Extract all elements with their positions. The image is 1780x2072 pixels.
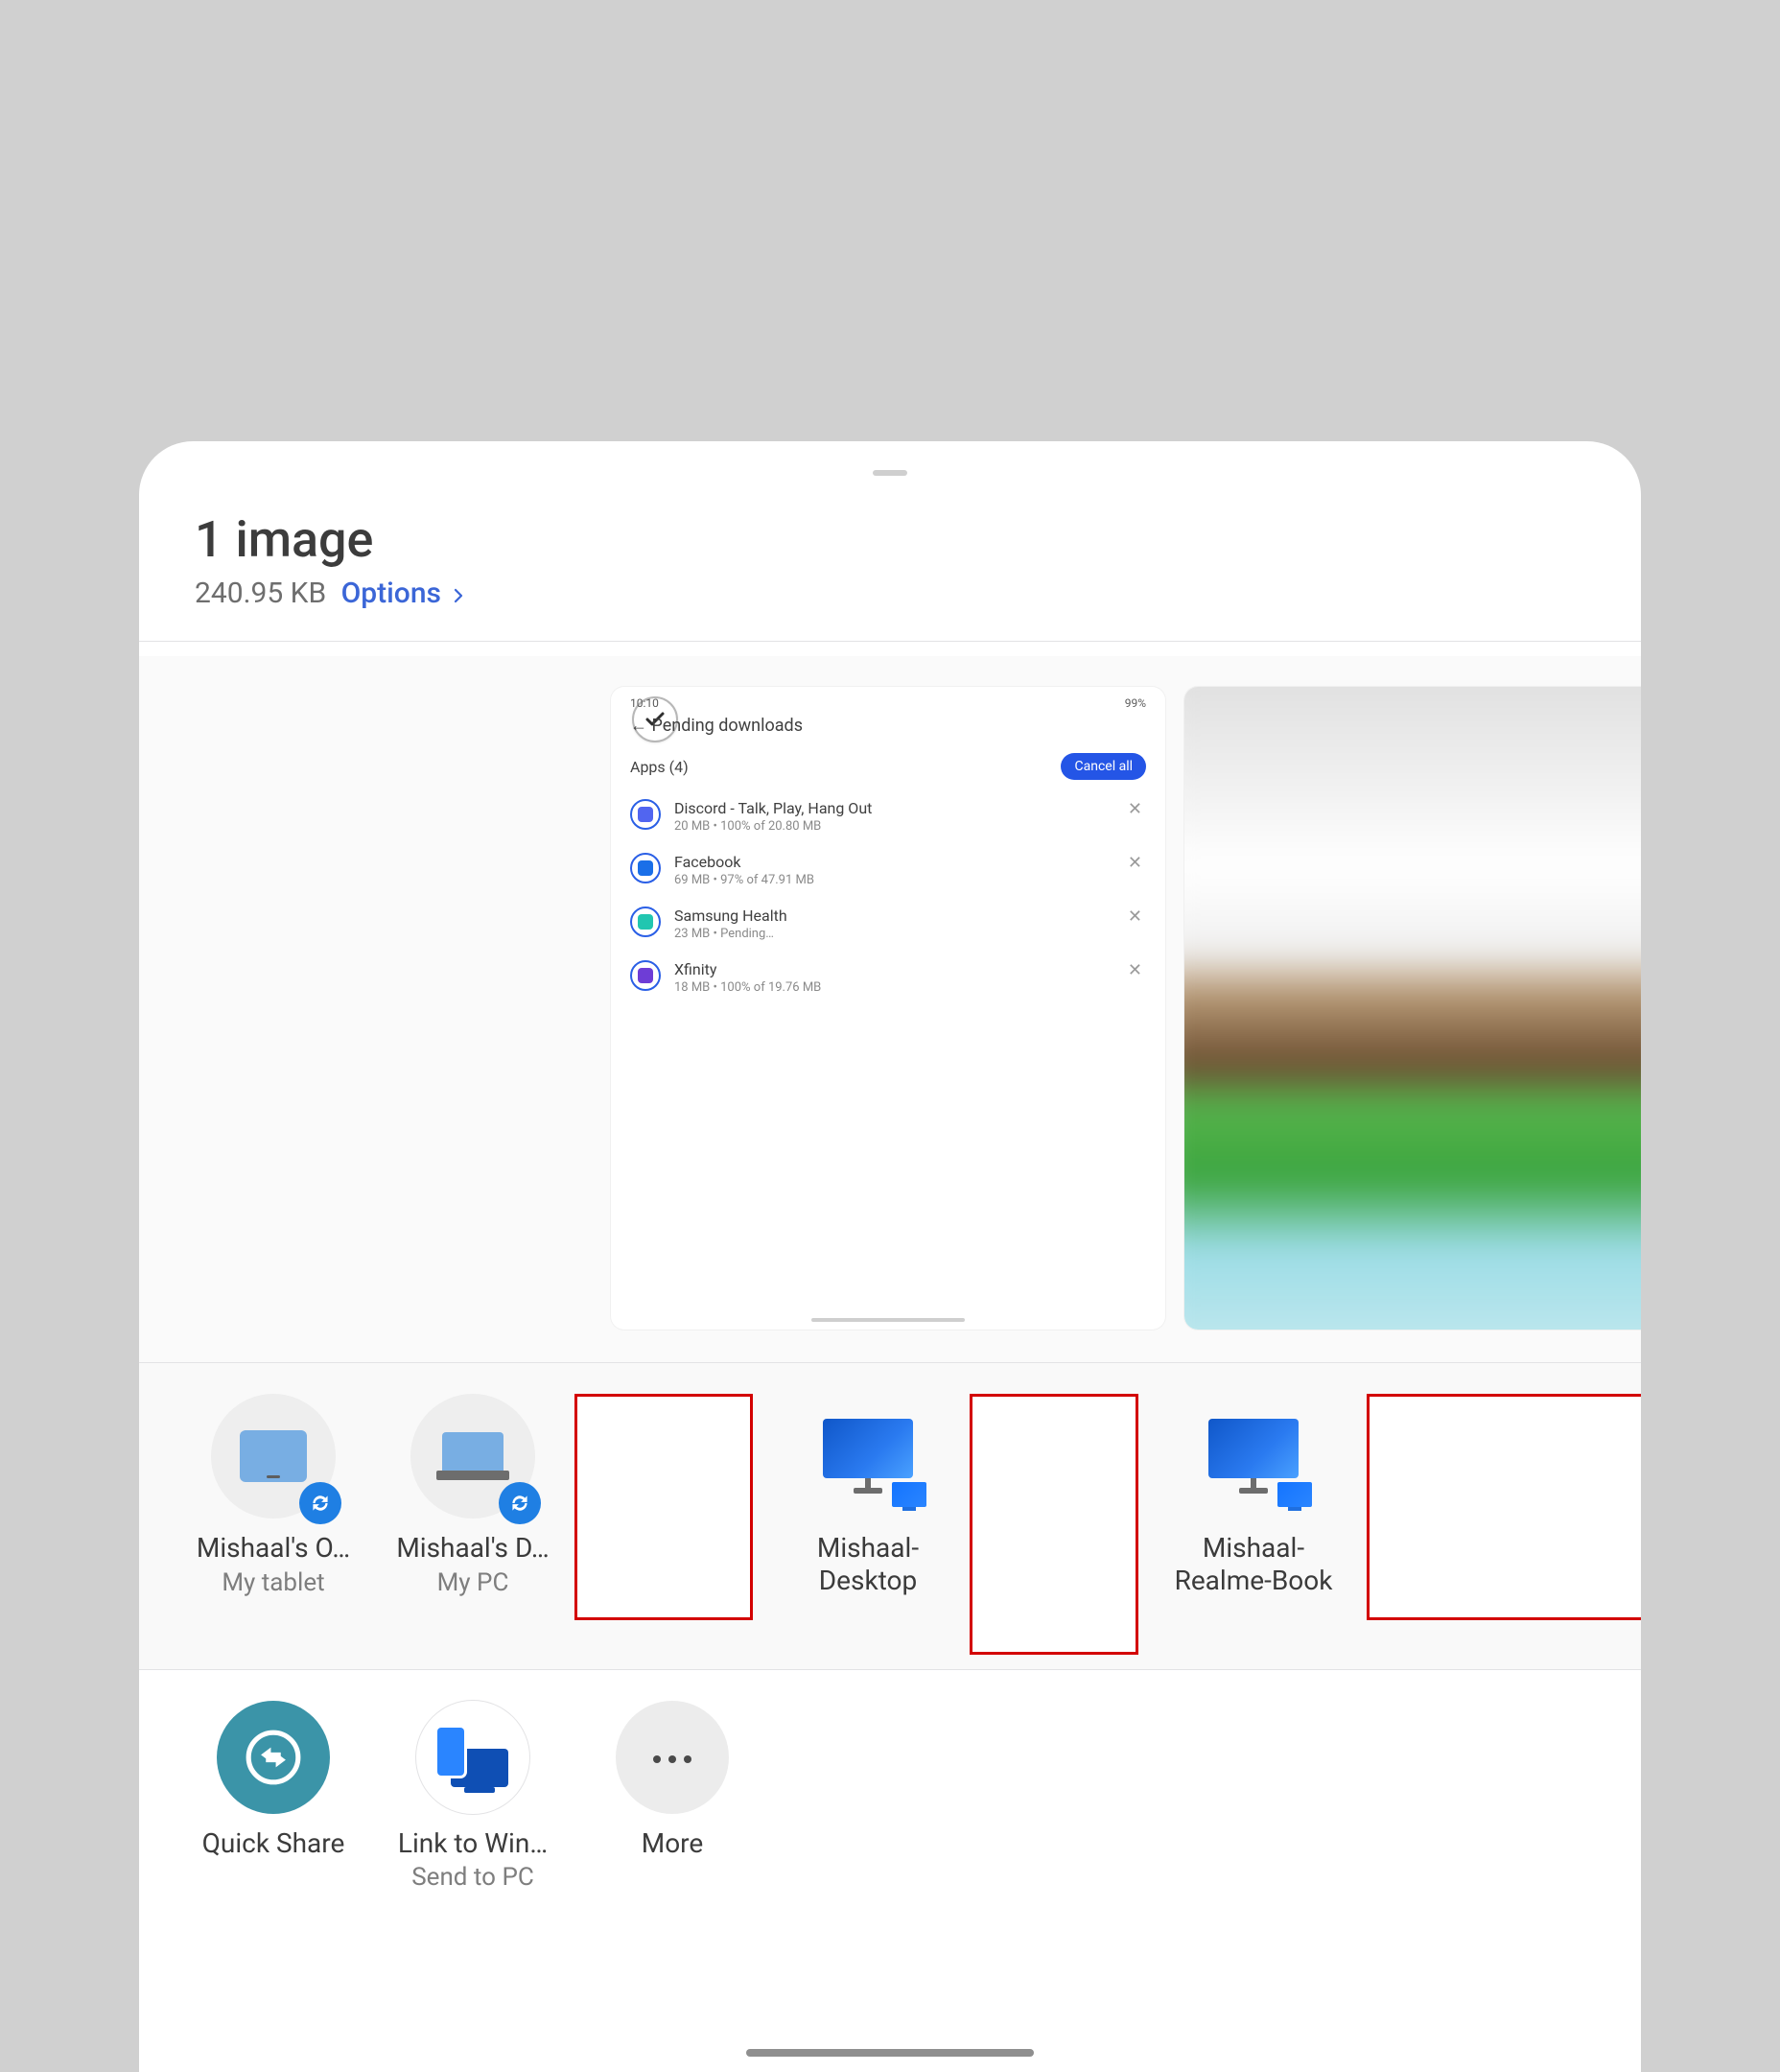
device-name: Mishaal's D…	[375, 1532, 571, 1565]
header-subline: 240.95 KB Options	[195, 577, 1585, 610]
link-to-windows-icon	[416, 1701, 529, 1814]
link-to-windows-button[interactable]: Link to Win… Send to PC	[375, 1701, 571, 1892]
preview-row[interactable]: 10:10 99% ← Pending downloads Apps (4) C…	[139, 656, 1641, 1362]
device-placeholder	[574, 1394, 753, 1620]
monitor-small-icon	[1277, 1482, 1312, 1511]
page-title: 1 image	[195, 510, 1585, 569]
device-placeholder	[1367, 1394, 1641, 1620]
devices-row: Mishaal's O… My tablet Mishaal's D… My P…	[139, 1362, 1641, 1670]
device-name: Mishaal-Desktop	[770, 1532, 966, 1596]
file-size: 240.95 KB	[195, 577, 326, 610]
ss-download-item: Discord - Talk, Play, Hang Out20 MB • 10…	[630, 799, 1146, 834]
options-button[interactable]: Options	[341, 577, 468, 610]
preview-photo-blurred	[1184, 687, 1641, 1330]
device-sub: My PC	[437, 1568, 509, 1597]
actions-row: Quick Share Link to Win… Send to PC More	[139, 1669, 1641, 1958]
device-sub: My tablet	[222, 1568, 324, 1597]
monitor-icon	[806, 1394, 930, 1519]
monitor-small-icon	[892, 1482, 926, 1511]
monitor-icon	[1191, 1394, 1316, 1519]
header: 1 image 240.95 KB Options	[195, 510, 1585, 610]
device-laptop[interactable]: Mishaal's D… My PC	[375, 1394, 571, 1597]
device-desktop-1[interactable]: Mishaal-Desktop	[770, 1394, 966, 1596]
quick-share-icon	[217, 1701, 330, 1814]
quick-share-label: Quick Share	[176, 1827, 371, 1859]
more-label: More	[574, 1827, 770, 1859]
sync-badge-icon	[299, 1482, 341, 1524]
device-placeholder	[970, 1394, 1138, 1655]
ss-apps-label: Apps (4)	[630, 758, 689, 776]
more-button[interactable]: More	[574, 1701, 770, 1859]
preview-item-2[interactable]	[1184, 687, 1641, 1330]
more-icon	[616, 1701, 729, 1814]
link-to-windows-label: Link to Win…	[375, 1827, 571, 1859]
device-name: Mishaal's O…	[176, 1532, 371, 1565]
ss-status-battery: 99%	[1125, 696, 1146, 710]
ss-download-item: Samsung Health23 MB • Pending…✕	[630, 906, 1146, 941]
divider	[139, 641, 1641, 642]
ss-status-time: 10:10	[630, 696, 659, 710]
preview-item-1[interactable]: 10:10 99% ← Pending downloads Apps (4) C…	[611, 687, 1165, 1330]
chevron-right-icon	[450, 578, 467, 612]
options-label: Options	[341, 577, 441, 610]
device-desktop-2[interactable]: Mishaal-Realme-Book	[1156, 1394, 1351, 1596]
ss-title: Pending downloads	[651, 716, 803, 736]
share-sheet: 1 image 240.95 KB Options	[139, 441, 1641, 2072]
quick-share-button[interactable]: Quick Share	[176, 1701, 371, 1859]
preview-screenshot-content: 10:10 99% ← Pending downloads Apps (4) C…	[611, 687, 1165, 1330]
ss-download-item: Xfinity18 MB • 100% of 19.76 MB✕	[630, 960, 1146, 995]
device-tablet[interactable]: Mishaal's O… My tablet	[176, 1394, 371, 1597]
nav-bar-indicator[interactable]	[746, 2049, 1034, 2057]
ss-download-item: Facebook69 MB • 97% of 47.91 MB✕	[630, 853, 1146, 887]
sync-badge-icon	[499, 1482, 541, 1524]
device-name: Mishaal-Realme-Book	[1156, 1532, 1351, 1596]
drag-handle[interactable]	[873, 470, 907, 476]
link-to-windows-sub: Send to PC	[411, 1863, 534, 1892]
ss-cancel-all: Cancel all	[1061, 753, 1146, 780]
